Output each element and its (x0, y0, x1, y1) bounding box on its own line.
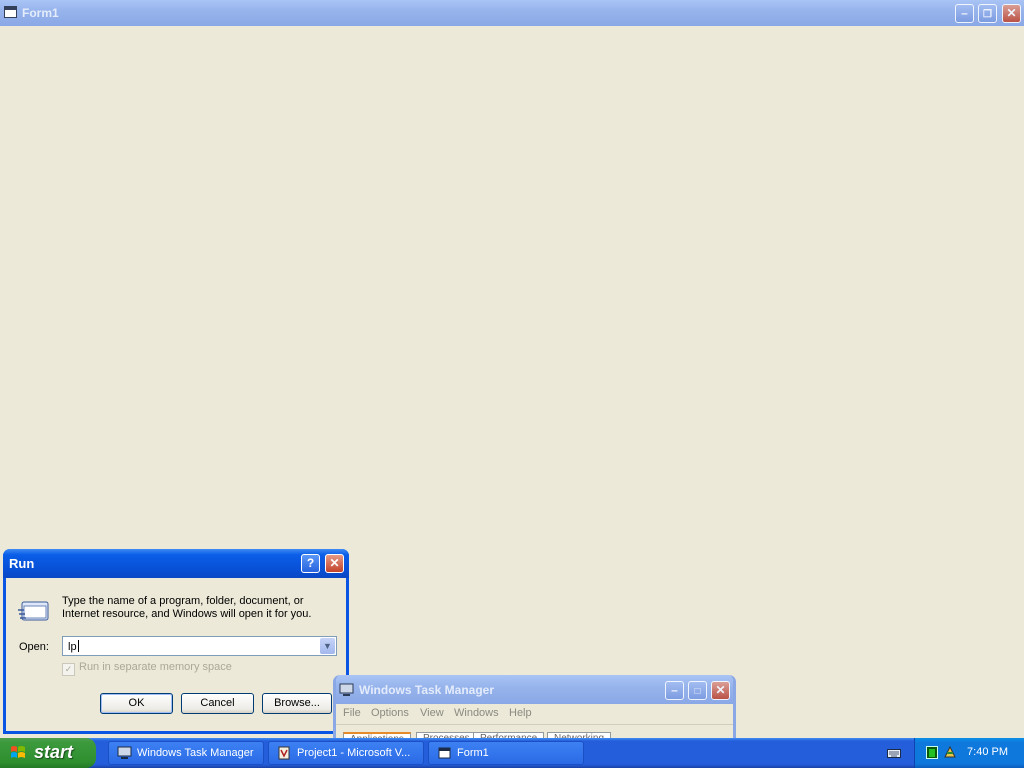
menu-file[interactable]: File (343, 707, 361, 719)
run-description: Type the name of a program, folder, docu… (62, 595, 312, 620)
ok-button[interactable]: OK (100, 693, 173, 714)
run-titlebar[interactable]: Run ? ✕ (3, 549, 349, 578)
close-icon: ✕ (1006, 6, 1017, 20)
task-manager-menubar: File Options View Windows Help (336, 704, 733, 725)
monitor-icon (117, 746, 132, 759)
task-manager-title: Windows Task Manager (359, 683, 495, 697)
restore-icon: ❐ (983, 9, 992, 20)
menu-help[interactable]: Help (509, 707, 532, 719)
open-label: Open: (19, 641, 49, 653)
menu-options[interactable]: Options (371, 707, 409, 719)
run-dialog: Run ? ✕ Type the name of a program, fold… (3, 549, 349, 734)
start-button[interactable]: start (0, 738, 96, 768)
maximize-icon: □ (694, 686, 701, 697)
open-input-value: lp (68, 641, 77, 653)
taskbar: start Windows Task Manager Project1 - Mi… (0, 738, 1024, 768)
start-label: start (34, 742, 74, 762)
cancel-button[interactable]: Cancel (181, 693, 254, 714)
open-input[interactable]: lp ▼ (62, 636, 337, 656)
task-manager-tray-icon[interactable] (926, 746, 938, 759)
checkmark-icon: ✓ (62, 663, 75, 676)
form1-title: Form1 (22, 6, 59, 20)
restore-button[interactable]: ❐ (978, 4, 997, 23)
chevron-down-icon[interactable]: ▼ (320, 638, 335, 654)
close-icon: ✕ (715, 683, 726, 697)
taskbar-item-task-manager[interactable]: Windows Task Manager (108, 741, 264, 765)
minimize-icon: – (961, 6, 968, 20)
windows-logo-icon (11, 746, 25, 758)
menu-windows[interactable]: Windows (454, 707, 499, 719)
taskbar-item-form1[interactable]: Form1 (428, 741, 584, 765)
run-program-icon (18, 601, 49, 621)
taskbar-item-label: Project1 - Microsoft V... (297, 747, 411, 759)
clock: 7:40 PM (967, 746, 1008, 758)
text-cursor (77, 640, 79, 652)
taskbar-item-label: Form1 (457, 747, 489, 759)
minimize-icon: – (671, 683, 678, 697)
vb-icon (278, 746, 290, 760)
monitor-icon (339, 683, 354, 696)
separate-memory-label: Run in separate memory space (79, 661, 232, 673)
menu-view[interactable]: View (420, 707, 444, 719)
separate-memory-checkbox: ✓ Run in separate memory space (62, 661, 232, 676)
run-title: Run (9, 556, 35, 571)
help-icon: ? (306, 556, 315, 570)
run-close-button[interactable]: ✕ (325, 554, 344, 573)
network-icon[interactable] (943, 745, 957, 759)
browse-button[interactable]: Browse... (262, 693, 332, 714)
keyboard-icon[interactable] (887, 747, 901, 759)
system-tray: 7:40 PM (914, 738, 1024, 768)
task-manager-titlebar[interactable]: Windows Task Manager – □ ✕ (336, 675, 733, 704)
tm-maximize-button[interactable]: □ (688, 681, 707, 700)
close-button[interactable]: ✕ (1002, 4, 1021, 23)
taskbar-item-label: Windows Task Manager (137, 747, 254, 759)
tm-minimize-button[interactable]: – (665, 681, 684, 700)
form1-titlebar[interactable]: Form1 – ❐ ✕ (0, 0, 1024, 26)
minimize-button[interactable]: – (955, 4, 974, 23)
taskbar-item-project1[interactable]: Project1 - Microsoft V... (268, 741, 424, 765)
close-icon: ✕ (329, 556, 340, 570)
form-icon (4, 6, 17, 18)
tm-close-button[interactable]: ✕ (711, 681, 730, 700)
task-manager-window: Windows Task Manager – □ ✕ File Options … (333, 675, 736, 745)
help-button[interactable]: ? (301, 554, 320, 573)
window-icon (438, 747, 451, 759)
